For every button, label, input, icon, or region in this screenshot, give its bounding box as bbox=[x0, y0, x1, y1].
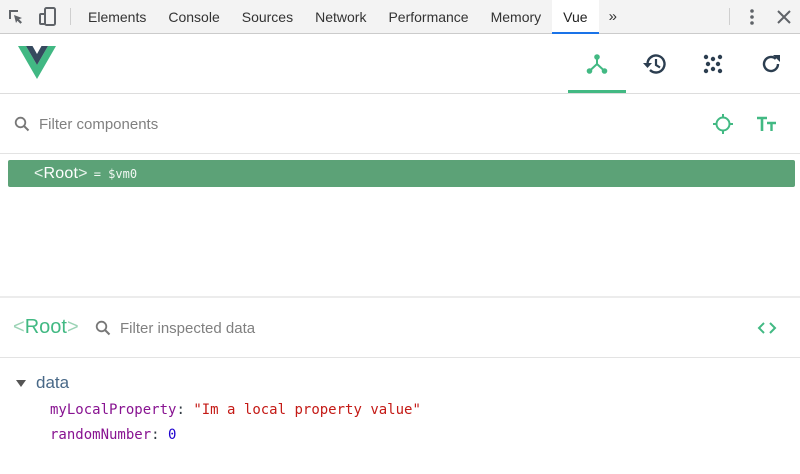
data-property[interactable]: myLocalProperty: "Im a local property va… bbox=[50, 402, 421, 418]
inspect-element-button[interactable] bbox=[0, 0, 32, 33]
components-tab[interactable] bbox=[568, 34, 626, 93]
caret-down-icon bbox=[16, 379, 26, 387]
component-filter-bar bbox=[0, 94, 800, 154]
inspect-dom-button[interactable] bbox=[755, 316, 779, 340]
instance-ref: = $vm0 bbox=[93, 166, 138, 181]
search-icon bbox=[14, 116, 30, 132]
refresh-button[interactable] bbox=[742, 34, 800, 93]
tab-performance[interactable]: Performance bbox=[377, 0, 479, 33]
device-toggle-icon bbox=[39, 6, 56, 26]
close-devtools-button[interactable] bbox=[768, 0, 800, 33]
filter-components-input[interactable] bbox=[39, 113, 639, 135]
tab-sources[interactable]: Sources bbox=[231, 0, 304, 33]
search-icon bbox=[95, 320, 111, 336]
vue-devtools-header bbox=[0, 34, 800, 94]
cursor-select-icon bbox=[9, 9, 22, 24]
kebab-menu-icon bbox=[750, 8, 754, 25]
code-brackets-icon bbox=[757, 322, 777, 334]
tab-memory[interactable]: Memory bbox=[480, 0, 553, 33]
events-dots-icon bbox=[703, 54, 723, 73]
format-names-button[interactable] bbox=[755, 112, 779, 136]
select-component-button[interactable] bbox=[711, 112, 735, 136]
tab-console[interactable]: Console bbox=[157, 0, 230, 33]
devtools-menu-button[interactable] bbox=[736, 0, 768, 33]
toolbar-divider bbox=[70, 8, 71, 25]
vuex-tab[interactable] bbox=[626, 34, 684, 93]
text-format-icon bbox=[757, 116, 776, 131]
crosshair-target-icon bbox=[713, 114, 733, 134]
tab-elements[interactable]: Elements bbox=[77, 0, 157, 33]
tree-item-root[interactable]: <Root> = $vm0 bbox=[8, 160, 795, 187]
inspected-data: data myLocalProperty: "Im a local proper… bbox=[0, 359, 800, 474]
data-property[interactable]: randomNumber: 0 bbox=[50, 427, 176, 443]
data-section-toggle[interactable]: data bbox=[16, 373, 69, 393]
inspector-header: <Root> bbox=[0, 298, 800, 358]
devtools-tabbar: Elements Console Sources Network Perform… bbox=[0, 0, 800, 34]
vue-logo-icon bbox=[18, 46, 56, 79]
device-toolbar-button[interactable] bbox=[32, 0, 64, 33]
component-tree-icon bbox=[586, 53, 608, 74]
close-icon bbox=[777, 9, 791, 24]
filter-inspected-data-input[interactable] bbox=[120, 317, 680, 339]
refresh-icon bbox=[762, 54, 780, 72]
component-tree: <Root> = $vm0 bbox=[0, 154, 800, 296]
more-tabs-button[interactable]: » bbox=[599, 0, 627, 33]
events-tab[interactable] bbox=[684, 34, 742, 93]
inspected-component-title: <Root> bbox=[13, 316, 79, 338]
history-icon bbox=[643, 53, 666, 74]
tab-vue[interactable]: Vue bbox=[552, 0, 599, 34]
toolbar-divider bbox=[729, 8, 730, 25]
component-name: <Root> bbox=[34, 164, 88, 182]
tab-network[interactable]: Network bbox=[304, 0, 377, 33]
